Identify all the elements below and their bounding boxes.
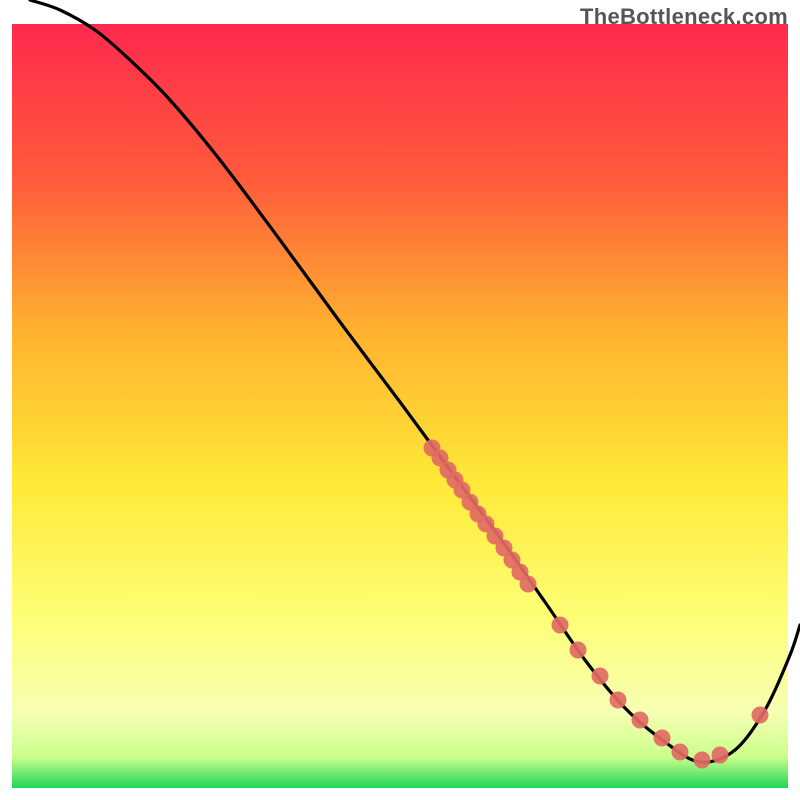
chart-stage: TheBottleneck.com xyxy=(0,0,800,800)
data-point xyxy=(592,668,609,685)
data-point xyxy=(672,744,689,761)
data-point xyxy=(712,747,729,764)
data-point xyxy=(570,642,587,659)
watermark-text: TheBottleneck.com xyxy=(580,4,788,30)
data-point xyxy=(694,752,711,769)
data-point xyxy=(552,617,569,634)
chart-svg xyxy=(0,0,800,800)
data-point xyxy=(520,576,537,593)
data-point xyxy=(752,707,769,724)
data-point xyxy=(632,712,649,729)
data-point xyxy=(654,730,671,747)
gradient-panel xyxy=(12,24,788,788)
data-point xyxy=(610,692,627,709)
